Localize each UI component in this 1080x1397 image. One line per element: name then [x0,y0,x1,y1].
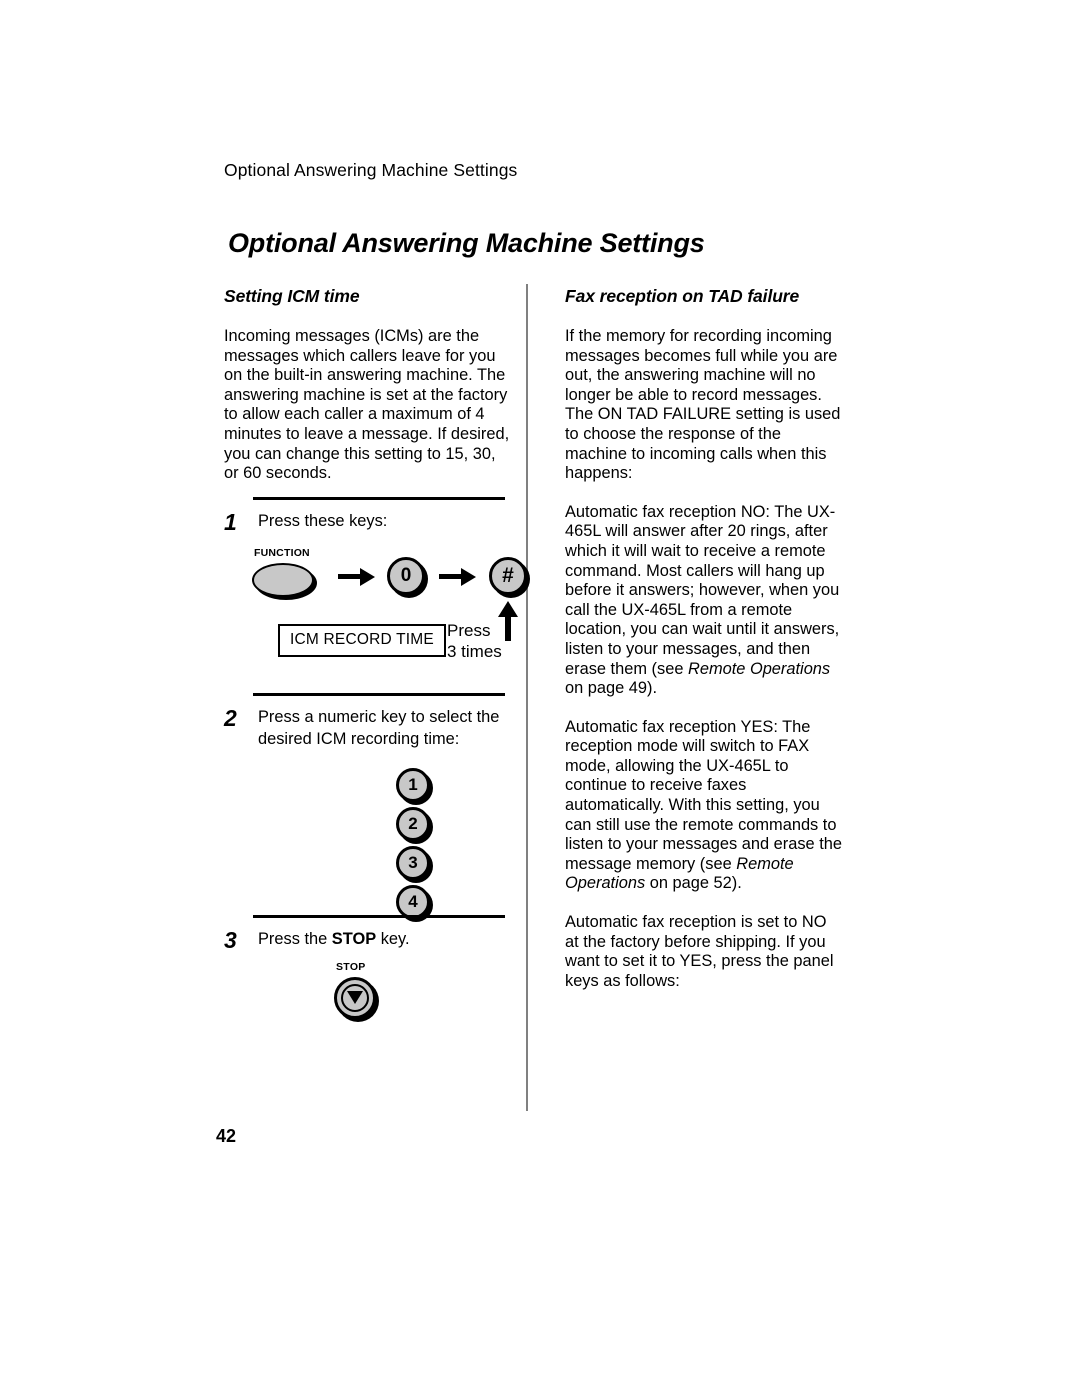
step-3-keyword: STOP [331,930,377,948]
arrow-shaft-2 [439,573,463,579]
step-1-block: 1 Press these keys: FUNCTION 0 # ICM REC… [224,497,527,661]
step-1-row: 1 Press these keys: [224,509,510,535]
auto-fax-no-text-before: Automatic fax reception NO: The UX-465L … [565,502,840,678]
numeric-key-0[interactable]: 0 [387,556,425,595]
manual-page: Optional Answering Machine Settings Opti… [0,0,1080,1397]
function-key[interactable] [252,562,314,597]
running-header: Optional Answering Machine Settings [224,160,518,180]
arrow-right-icon-1 [360,567,375,586]
section-heading-fax-reception: Fax reception on TAD failure [565,286,800,306]
numeric-keys-group: 1 2 3 4 [224,768,510,920]
step-3-text: Press the STOP key. [258,929,508,951]
step-3-block: 3 Press the STOP key. STOP [224,915,510,1039]
arrow-up-shaft [505,614,511,641]
numeric-key-3[interactable]: 3 [396,846,430,880]
page-title: Optional Answering Machine Settings [228,228,705,258]
factory-default-paragraph: Automatic fax reception is set to NO at … [565,913,834,990]
numeric-key-4[interactable]: 4 [396,885,430,919]
step-3-number: 3 [224,927,237,953]
arrow-up-icon [498,600,518,617]
page-number: 42 [216,1126,237,1146]
stop-key-diagram: STOP [224,961,510,1039]
left-column: Setting ICM time Incoming messages (ICMs… [224,286,512,484]
step-3-text-before: Press the [258,930,332,948]
stop-key-caption: STOP [336,960,366,973]
step-2-row: 2 Press a numeric key to select the desi… [224,705,510,750]
display-readout: ICM RECORD TIME [278,623,446,657]
step-1-text: Press these keys: [258,512,388,530]
auto-fax-no-text-after: on page 49). [565,679,658,698]
key-sequence-diagram: FUNCTION 0 # ICM RECORD TIME Press 3 tim… [250,546,527,661]
section-heading-setting-icm-time: Setting ICM time [224,286,360,306]
press-count-line1: Press [447,620,491,640]
step-1-number: 1 [224,509,237,535]
step-3-row: 3 Press the STOP key. [224,927,510,953]
arrow-shaft-1 [338,573,362,579]
right-column: Fax reception on TAD failure If the memo… [565,286,843,991]
stop-key[interactable] [334,976,376,1019]
hash-key[interactable]: # [489,556,527,595]
step-3-text-after: key. [376,930,410,948]
auto-fax-yes-paragraph: Automatic fax reception YES: The recepti… [565,718,843,894]
column-divider [526,284,528,1111]
step-2-text: Press a numeric key to select the desire… [258,708,500,748]
stop-triangle-icon [341,983,369,1012]
step-rule [253,693,505,696]
tad-failure-intro-paragraph: If the memory for recording incoming mes… [565,327,841,483]
auto-fax-yes-text-before: Automatic fax reception YES: The recepti… [565,717,842,873]
step-rule [253,497,505,500]
intro-paragraph: Incoming messages (ICMs) are the message… [224,327,510,483]
arrow-right-icon-2 [461,567,476,586]
press-count-line2: 3 times [447,641,502,661]
numeric-key-1[interactable]: 1 [396,768,430,802]
step-rule [253,915,505,918]
step-2-block: 2 Press a numeric key to select the desi… [224,693,510,920]
auto-fax-yes-text-after: on page 52). [645,874,742,893]
auto-fax-no-paragraph: Automatic fax reception NO: The UX-465L … [565,503,843,699]
numeric-key-2[interactable]: 2 [396,807,430,841]
function-key-caption: FUNCTION [254,546,310,559]
step-2-number: 2 [224,705,237,731]
remote-operations-reference-1: Remote Operations [688,659,831,678]
